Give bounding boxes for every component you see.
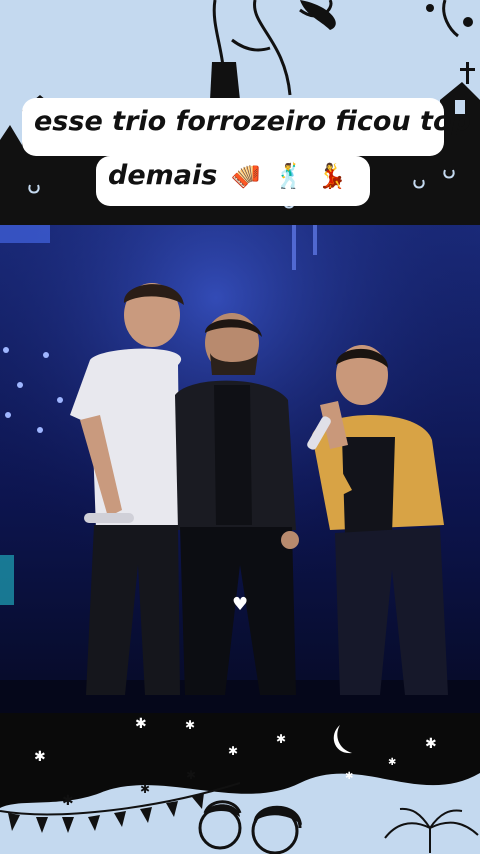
video-caption: esse trio forrozeiro ficou top demais 🪗 … <box>22 98 471 208</box>
stage-scene <box>0 225 480 713</box>
svg-text:✱: ✱ <box>345 771 353 782</box>
caption-line-2-text: demais <box>108 160 218 191</box>
caption-line-1: esse trio forrozeiro ficou top <box>22 98 471 156</box>
concert-stage-photo <box>0 225 480 713</box>
svg-text:✱: ✱ <box>228 744 238 758</box>
man-dancing-icon: 🕺 <box>274 162 304 190</box>
accordion-icon: 🪗 <box>230 162 261 190</box>
woman-dancing-icon: 💃 <box>317 162 348 190</box>
svg-text:✱: ✱ <box>62 793 74 809</box>
svg-text:✱: ✱ <box>425 736 437 752</box>
svg-text:✱: ✱ <box>185 718 195 732</box>
bottom-decoration: ✱ ✱ ✱ ✱ ✱ ✱ ✱ ✱ ✱ ✱ ✱ <box>0 713 480 854</box>
heart-icon: ♥ <box>232 594 249 615</box>
svg-text:✱: ✱ <box>135 716 147 732</box>
svg-text:✱: ✱ <box>186 768 196 782</box>
svg-text:✱: ✱ <box>34 749 46 765</box>
svg-text:✱: ✱ <box>140 782 150 796</box>
caption-line-2: demais 🪗 🕺 💃 <box>96 156 370 206</box>
svg-text:✱: ✱ <box>276 732 286 746</box>
svg-text:✱: ✱ <box>388 757 396 768</box>
night-sky-illustration: ✱ ✱ ✱ ✱ ✱ ✱ ✱ ✱ ✱ ✱ ✱ <box>0 713 480 854</box>
